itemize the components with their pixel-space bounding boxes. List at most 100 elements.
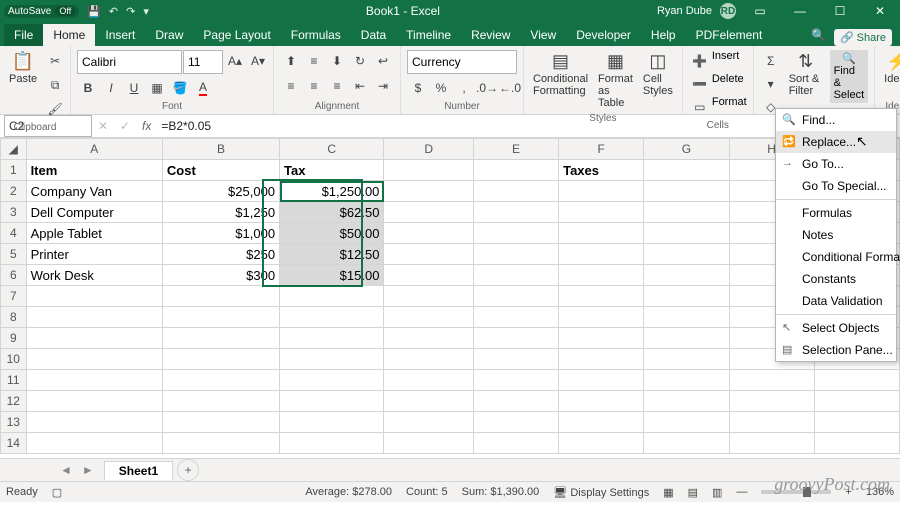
- fill-icon[interactable]: ▾: [760, 73, 782, 95]
- orientation-icon[interactable]: ↻: [349, 50, 371, 72]
- share-button[interactable]: 🔗 Share: [834, 29, 892, 46]
- autosum-icon[interactable]: Σ: [760, 50, 782, 72]
- row-header[interactable]: 6: [1, 265, 27, 286]
- cell[interactable]: [384, 433, 473, 454]
- find-select-button[interactable]: 🔍Find & Select: [830, 50, 869, 103]
- tab-draw[interactable]: Draw: [145, 24, 193, 46]
- cell[interactable]: [473, 391, 558, 412]
- cell[interactable]: [473, 412, 558, 433]
- row-header[interactable]: 3: [1, 202, 27, 223]
- menu-conditional-formatting[interactable]: Conditional Formatting: [776, 246, 896, 268]
- cell[interactable]: [26, 370, 162, 391]
- conditional-formatting-button[interactable]: ▤Conditional Formatting: [530, 50, 591, 99]
- cell[interactable]: Item: [26, 160, 162, 181]
- cell[interactable]: [384, 244, 473, 265]
- cell[interactable]: [473, 370, 558, 391]
- tab-pdfelement[interactable]: PDFelement: [686, 24, 773, 46]
- cell[interactable]: [559, 244, 644, 265]
- format-painter-icon[interactable]: 🖌: [44, 98, 66, 120]
- align-right-icon[interactable]: ≡: [326, 75, 348, 97]
- cell[interactable]: $25,000: [162, 181, 279, 202]
- tab-file[interactable]: File: [4, 24, 43, 46]
- increase-decimal-icon[interactable]: .0→: [476, 77, 498, 99]
- cut-icon[interactable]: ✂: [44, 50, 66, 72]
- cell[interactable]: [729, 433, 814, 454]
- menu-find[interactable]: 🔍Find...: [776, 109, 896, 131]
- decrease-font-icon[interactable]: A▾: [247, 50, 269, 72]
- tab-data[interactable]: Data: [351, 24, 396, 46]
- cell[interactable]: [644, 307, 729, 328]
- tab-developer[interactable]: Developer: [566, 24, 641, 46]
- sheet-nav-next-icon[interactable]: ►: [82, 463, 94, 477]
- cell[interactable]: [559, 349, 644, 370]
- cell[interactable]: [384, 370, 473, 391]
- cancel-formula-icon[interactable]: ✕: [92, 115, 114, 137]
- cell[interactable]: $250: [162, 244, 279, 265]
- view-page-layout-icon[interactable]: ▤: [688, 486, 698, 499]
- cell[interactable]: [559, 412, 644, 433]
- cell[interactable]: Company Van: [26, 181, 162, 202]
- redo-icon[interactable]: ↷: [126, 5, 135, 18]
- row-header[interactable]: 10: [1, 349, 27, 370]
- cell[interactable]: [644, 370, 729, 391]
- cell[interactable]: [280, 433, 384, 454]
- cell[interactable]: [280, 307, 384, 328]
- zoom-in-button[interactable]: +: [845, 486, 851, 498]
- ideas-button[interactable]: ⚡Ideas: [881, 50, 900, 87]
- row-header[interactable]: 5: [1, 244, 27, 265]
- cell[interactable]: [644, 391, 729, 412]
- qat-more-icon[interactable]: ▾: [143, 5, 149, 18]
- cell[interactable]: [729, 412, 814, 433]
- cell[interactable]: [280, 286, 384, 307]
- cell-active[interactable]: $1,250.00: [280, 181, 384, 202]
- cell[interactable]: [559, 202, 644, 223]
- display-settings-button[interactable]: 🖥 Display Settings: [553, 486, 649, 499]
- sheet-tab[interactable]: Sheet1: [104, 461, 173, 480]
- cell[interactable]: Printer: [26, 244, 162, 265]
- ribbon-options-icon[interactable]: ▭: [744, 0, 776, 22]
- cell[interactable]: [473, 160, 558, 181]
- cell[interactable]: [729, 391, 814, 412]
- menu-goto[interactable]: →Go To...: [776, 153, 896, 175]
- tab-review[interactable]: Review: [461, 24, 520, 46]
- row-header[interactable]: 9: [1, 328, 27, 349]
- indent-decrease-icon[interactable]: ⇤: [349, 75, 371, 97]
- search-icon[interactable]: 🔍: [803, 24, 834, 46]
- cell[interactable]: [26, 391, 162, 412]
- cell[interactable]: [280, 370, 384, 391]
- select-all-button[interactable]: ◢: [1, 139, 27, 160]
- font-name-select[interactable]: [77, 50, 182, 74]
- cell[interactable]: Apple Tablet: [26, 223, 162, 244]
- number-format-select[interactable]: [407, 50, 517, 74]
- cell[interactable]: [644, 244, 729, 265]
- align-left-icon[interactable]: ≡: [280, 75, 302, 97]
- underline-button[interactable]: U: [123, 77, 145, 99]
- view-page-break-icon[interactable]: ▥: [712, 486, 722, 499]
- cell[interactable]: [162, 433, 279, 454]
- tab-timeline[interactable]: Timeline: [396, 24, 461, 46]
- sheet-nav-prev-icon[interactable]: ◄: [60, 463, 72, 477]
- menu-notes[interactable]: Notes: [776, 224, 896, 246]
- border-button[interactable]: ▦: [146, 77, 168, 99]
- cell[interactable]: [162, 370, 279, 391]
- tab-home[interactable]: Home: [43, 24, 95, 46]
- font-size-select[interactable]: [183, 50, 223, 74]
- cell[interactable]: Work Desk: [26, 265, 162, 286]
- italic-button[interactable]: I: [100, 77, 122, 99]
- col-header-d[interactable]: D: [384, 139, 473, 160]
- zoom-slider[interactable]: [761, 490, 831, 494]
- row-header[interactable]: 1: [1, 160, 27, 181]
- cell[interactable]: $300: [162, 265, 279, 286]
- currency-icon[interactable]: $: [407, 77, 429, 99]
- cell[interactable]: [162, 328, 279, 349]
- align-bottom-icon[interactable]: ⬇: [326, 50, 348, 72]
- cell[interactable]: $50.00: [280, 223, 384, 244]
- row-header[interactable]: 14: [1, 433, 27, 454]
- maximize-button[interactable]: ☐: [824, 0, 856, 22]
- cell[interactable]: [384, 391, 473, 412]
- tab-view[interactable]: View: [520, 24, 566, 46]
- cell[interactable]: Dell Computer: [26, 202, 162, 223]
- cell[interactable]: [473, 223, 558, 244]
- cell[interactable]: [644, 286, 729, 307]
- menu-constants[interactable]: Constants: [776, 268, 896, 290]
